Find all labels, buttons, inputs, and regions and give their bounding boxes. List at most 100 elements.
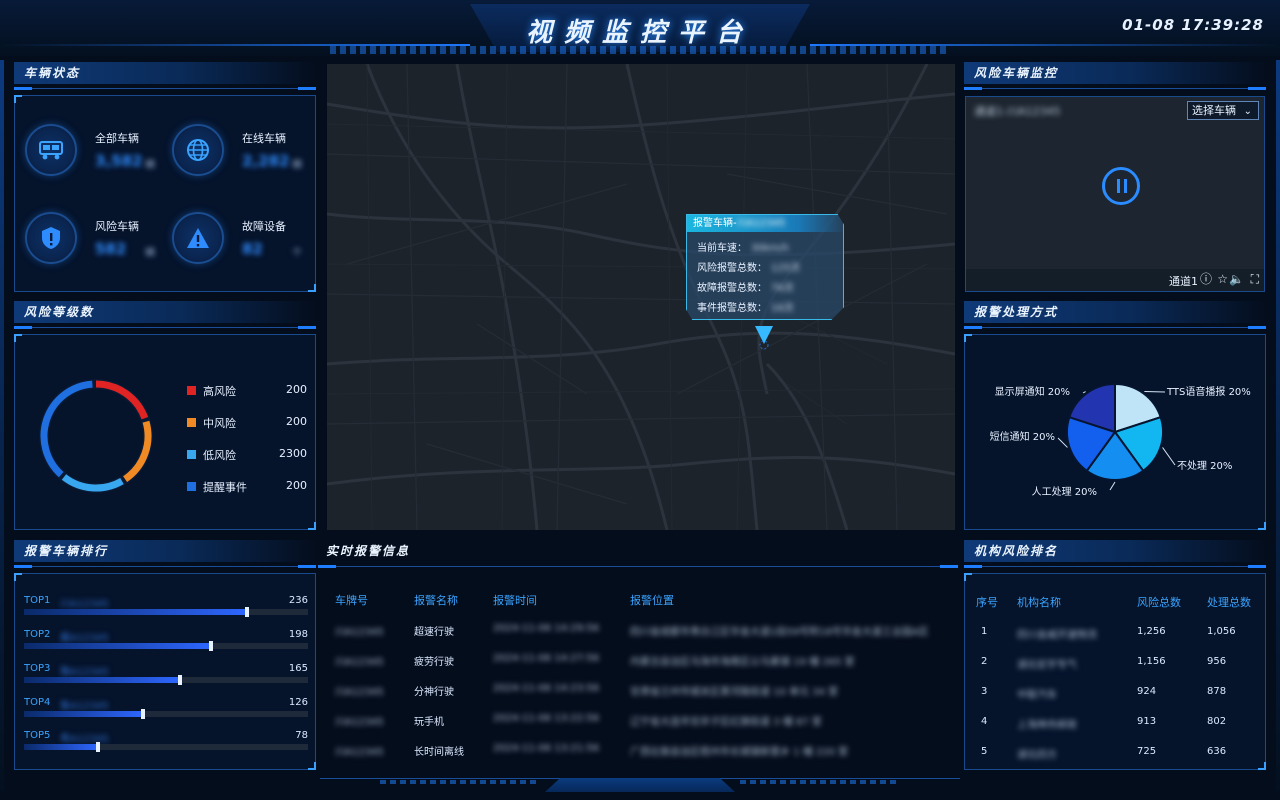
cell-index: 4 xyxy=(981,716,988,727)
cell-alarm-time: 2024-11-06 14:29:56 xyxy=(493,623,600,634)
popup-header: 报警车辆-川A12345 xyxy=(687,215,844,232)
rank-bar xyxy=(24,677,181,683)
cell-index: 5 xyxy=(981,746,988,757)
rank-plate: 冀A12345 xyxy=(60,633,109,644)
vehicle-status-risk[interactable]: 风险车辆 582 辆 xyxy=(25,212,165,272)
popup-label: 故障报警总数： xyxy=(697,283,767,294)
warning-icon xyxy=(172,212,224,264)
pie-label: TTS语音播报 20% xyxy=(1166,385,1251,398)
popup-value: 16次 xyxy=(771,303,794,314)
map-view[interactable] xyxy=(327,64,955,530)
cell-plate: 川A12345 xyxy=(335,747,384,758)
ranking-item[interactable]: TOP2 冀A12345 198 xyxy=(24,629,308,659)
map-popup: 报警车辆-川A12345 当前车速： 30km/h 风险报警总数： 125次 故障报… xyxy=(686,214,844,320)
col-risk-total: 风险总数 xyxy=(1137,596,1181,609)
rank-track xyxy=(24,641,308,651)
cell-index: 1 xyxy=(981,626,988,637)
vehicle-status-unit: 辆 xyxy=(292,160,302,171)
legend-item-high[interactable]: 高风险 200 xyxy=(187,383,307,399)
cell-risk-total: 924 xyxy=(1137,686,1157,697)
vehicle-status-panel: 全部车辆 3,582 辆 在线车辆 2,282 辆 风险车辆 582 辆 故障设… xyxy=(14,95,316,292)
video-title: 风险车辆监控 xyxy=(964,62,1266,90)
rank-knob xyxy=(209,641,214,651)
vehicle-status-label: 风险车辆 xyxy=(95,220,139,233)
ranking-item[interactable]: TOP1 川A12345 236 xyxy=(24,595,308,625)
popup-row: 事件报警总数： 16次 xyxy=(697,299,794,314)
legend-item-medium[interactable]: 中风险 200 xyxy=(187,415,307,431)
video-player[interactable]: 通道1-川A12345 选择车辆 ⌄ 通道1 ⓘ ☆ 🔈 ⛶ xyxy=(965,96,1265,292)
vehicle-status-online[interactable]: 在线车辆 2,282 辆 xyxy=(172,124,312,184)
legend-value: 200 xyxy=(286,479,307,492)
map-roads xyxy=(327,64,955,530)
title-underline xyxy=(336,566,940,567)
pause-button[interactable] xyxy=(1102,167,1140,205)
cell-alarm-time: 2024-11-06 14:27:56 xyxy=(493,653,600,664)
vehicle-status-value: 2,282 xyxy=(242,152,290,170)
ranking-item[interactable]: TOP5 粤A12345 78 xyxy=(24,730,308,760)
rank-plate: 粤A12345 xyxy=(60,734,109,745)
legend-item-reminder[interactable]: 提醒事件 200 xyxy=(187,479,307,495)
popup-row: 故障报警总数： 76次 xyxy=(697,279,794,294)
rank-knob xyxy=(245,607,250,617)
camera-label: 通道1-川A12345 xyxy=(974,105,1061,118)
title-underline xyxy=(982,88,1248,89)
donut-segment[interactable] xyxy=(61,474,124,492)
popup-title: 报警车辆- xyxy=(693,218,737,229)
fullscreen-icon[interactable]: ⛶ xyxy=(1251,272,1259,286)
star-icon[interactable]: ☆ xyxy=(1217,272,1228,286)
rank-label: TOP4 xyxy=(24,697,51,708)
cell-plate: 川A12345 xyxy=(335,627,384,638)
cell-alarm-name: 分神行驶 xyxy=(414,687,454,698)
legend-value: 200 xyxy=(286,415,307,428)
video-controls: 通道1 ⓘ ☆ 🔈 ⛶ xyxy=(966,269,1264,291)
rank-value: 78 xyxy=(295,730,308,741)
rank-label: TOP3 xyxy=(24,663,51,674)
pie-label: 人工处理 20% xyxy=(1032,486,1097,498)
cell-alarm-name: 玩手机 xyxy=(414,717,444,728)
title-accent xyxy=(1248,326,1266,329)
volume-icon[interactable]: 🔈 xyxy=(1229,272,1244,286)
ranking-item[interactable]: TOP4 鲁A12345 126 xyxy=(24,697,308,727)
title-accent xyxy=(14,326,32,329)
cell-plate: 川A12345 xyxy=(335,657,384,668)
title-accent xyxy=(964,87,982,90)
title-accent xyxy=(964,565,982,568)
cell-index: 2 xyxy=(981,656,988,667)
title-accent xyxy=(318,565,336,568)
cell-alarm-time: 2024-11-06 13:21:56 xyxy=(493,743,600,754)
popup-label: 当前车速： xyxy=(697,243,747,254)
risk-levels-title-text: 风险等级数 xyxy=(24,305,95,319)
pie-leader-line xyxy=(1082,391,1086,394)
pie-label: 显示屏通知 20% xyxy=(995,385,1070,398)
video-title-text: 风险车辆监控 xyxy=(974,66,1059,80)
rank-knob xyxy=(178,675,183,685)
popup-label: 事件报警总数： xyxy=(697,303,767,314)
rank-bar xyxy=(24,643,212,649)
legend-item-low[interactable]: 低风险 2300 xyxy=(187,447,307,463)
cell-handled-total: 878 xyxy=(1207,686,1227,697)
cell-location: 四川省成都市青白江区华金大道1段59号附18号华金大道工业园A区 xyxy=(630,627,929,638)
rank-plate: 川A12345 xyxy=(60,599,109,610)
vehicle-status-fault[interactable]: 故障设备 82 个 xyxy=(172,212,312,272)
rank-label: TOP1 xyxy=(24,595,51,606)
rank-knob xyxy=(141,709,146,719)
cell-alarm-time: 2024-11-06 13:22:56 xyxy=(493,713,600,724)
cell-index: 3 xyxy=(981,686,988,697)
vehicle-status-all[interactable]: 全部车辆 3,582 辆 xyxy=(25,124,165,184)
handling-title-text: 报警处理方式 xyxy=(974,305,1059,319)
org-ranking-title: 机构风险排名 xyxy=(964,540,1266,568)
vehicle-status-value: 82 xyxy=(242,240,263,258)
cell-handled-total: 956 xyxy=(1207,656,1227,667)
popup-value: 76次 xyxy=(771,283,794,294)
col-handled-total: 处理总数 xyxy=(1207,596,1251,609)
title-accent xyxy=(964,326,982,329)
page-title: 视频监控平台 xyxy=(525,18,754,48)
vehicle-select[interactable]: 选择车辆 ⌄ xyxy=(1187,101,1259,120)
ranking-item[interactable]: TOP3 豫A12345 165 xyxy=(24,663,308,693)
cell-alarm-name: 超速行驶 xyxy=(414,627,454,638)
rank-value: 236 xyxy=(288,595,308,606)
pause-small-icon[interactable]: ⓘ xyxy=(1200,272,1212,286)
title-accent xyxy=(940,565,958,568)
legend-name: 高风险 xyxy=(203,385,236,398)
vehicle-status-label: 故障设备 xyxy=(242,220,286,233)
